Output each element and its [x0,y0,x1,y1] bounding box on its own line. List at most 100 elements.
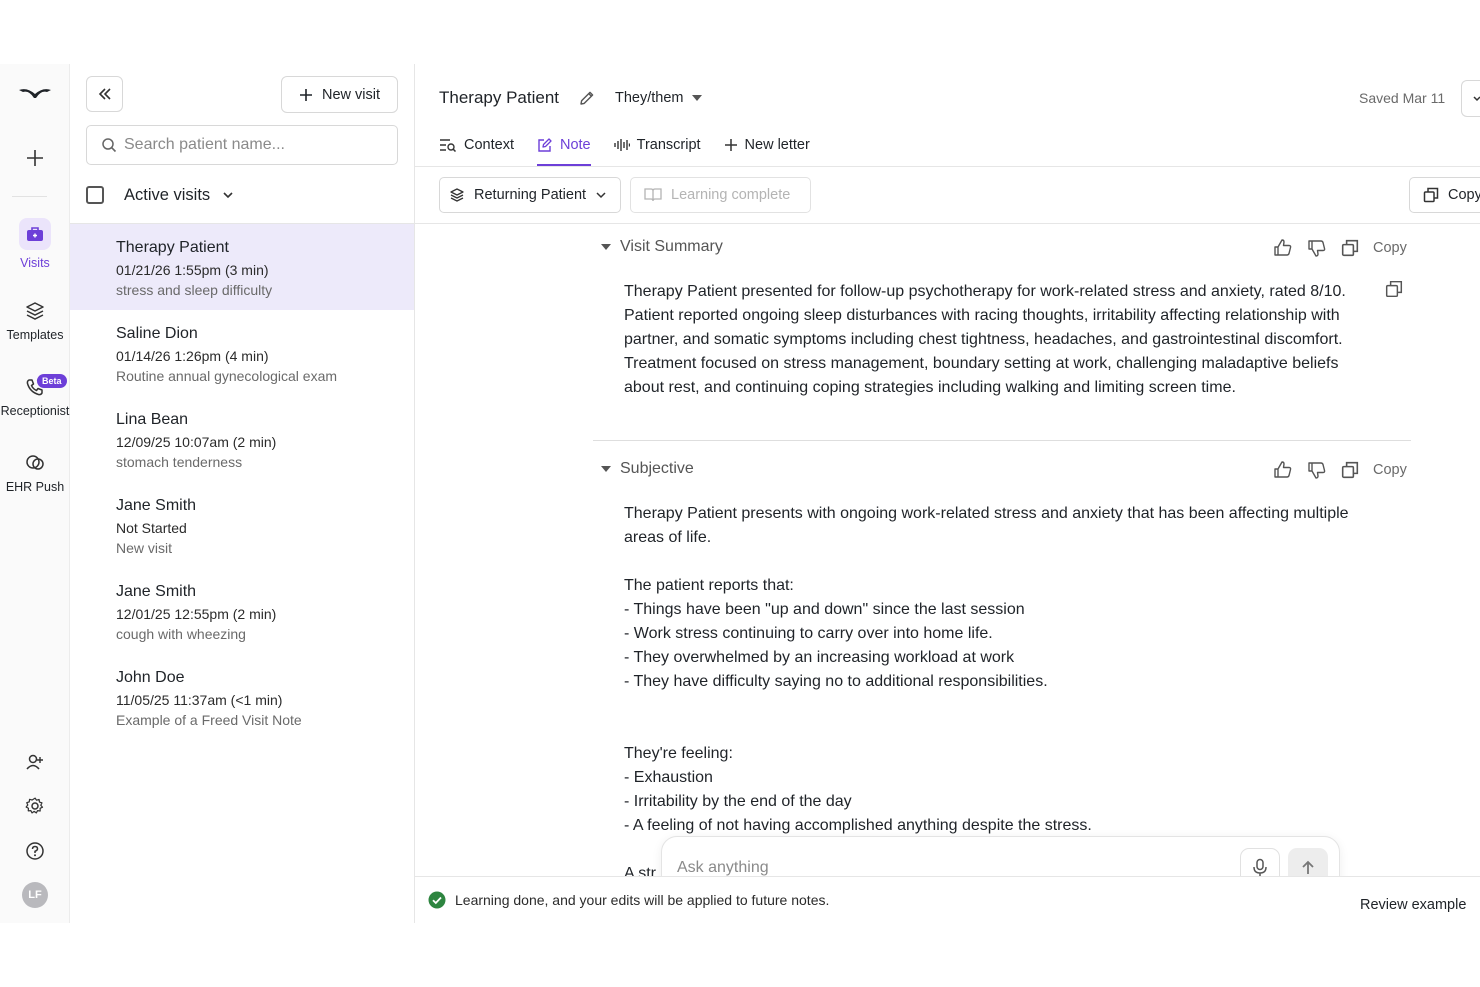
visit-list-item[interactable]: John Doe 11/05/25 11:37am (<1 min) Examp… [70,654,414,740]
rail-item-visits[interactable]: Visits [0,218,70,270]
search-box [86,125,398,165]
learning-label: Learning complete [671,187,791,203]
copy-icon[interactable] [1341,461,1359,479]
visit-patient-name: Jane Smith [116,497,197,514]
filter-row: Active visits [86,184,234,206]
pronouns-dropdown[interactable]: They/them [615,90,702,106]
section-title: Subjective [620,460,694,477]
help-icon [26,842,44,860]
visit-date: Not Started [116,520,187,536]
tab-note[interactable]: Note [536,124,591,166]
app-window: Visits Templates Beta Receptionist EHR P… [0,64,1480,923]
tab-new-letter[interactable]: New letter [724,124,810,166]
add-user-button[interactable] [0,752,70,772]
copy-icon[interactable] [1341,239,1359,257]
tab-transcript[interactable]: Transcript [613,124,701,166]
collapse-sidebar-button[interactable] [86,76,123,112]
section-body-subjective[interactable]: Therapy Patient presents with ongoing wo… [624,502,1374,876]
visit-date: 11/05/25 11:37am (<1 min) [116,692,283,708]
pencil-icon [580,91,594,105]
search-input[interactable] [124,136,384,154]
section-divider [593,440,1411,441]
rail-item-templates[interactable]: Templates [0,300,70,342]
thumbs-down-icon[interactable] [1307,238,1327,258]
caret-down-icon [691,95,702,101]
rail-item-ehr-push[interactable]: EHR Push [0,452,70,494]
visit-list-item[interactable]: Saline Dion 01/14/26 1:26pm (4 min) Rout… [70,310,414,396]
learning-complete-button[interactable]: Learning complete [630,177,811,213]
visit-description: stomach tenderness [116,454,243,470]
edit-note-icon [538,138,552,152]
visit-list-item[interactable]: Therapy Patient 01/21/26 1:55pm (3 min) … [70,224,414,310]
chevron-down-icon[interactable] [222,189,234,201]
new-visit-button[interactable]: New visit [281,76,398,113]
copy-icon[interactable] [1385,280,1403,298]
visit-date: 12/09/25 10:07am (2 min) [116,434,277,450]
visit-date: 01/14/26 1:26pm (4 min) [116,348,269,364]
tab-label: Note [559,137,591,153]
note-content: Visit Summary Copy Therapy Patient prese… [415,224,1480,876]
arrow-up-icon [1302,860,1314,874]
thumbs-down-icon[interactable] [1307,460,1327,480]
section-toggle-visit-summary[interactable]: Visit Summary [601,238,723,256]
visit-date: 12/01/25 12:55pm (2 min) [116,606,277,622]
status-message: Learning done, and your edits will be ap… [455,892,830,908]
visit-description: New visit [116,540,173,556]
thumbs-up-icon[interactable] [1273,238,1293,258]
copy-all-button[interactable]: Copy [1409,177,1480,213]
avatar: LF [22,882,48,908]
copy-section-button[interactable]: Copy [1373,462,1407,478]
section-body-visit-summary[interactable]: Therapy Patient presented for follow-up … [624,280,1374,400]
rail-item-receptionist[interactable]: Beta Receptionist [0,374,70,418]
visit-description: Routine annual gynecological exam [116,368,338,384]
ask-input[interactable] [677,859,1232,877]
section-actions: Copy [1273,460,1407,480]
new-button[interactable] [0,148,70,168]
copy-section-button[interactable]: Copy [1373,240,1407,256]
tab-label: Transcript [636,137,701,153]
double-chevron-left-icon [98,88,111,100]
rail-label-templates: Templates [6,328,64,342]
check-circle-icon [428,891,446,909]
new-visit-label: New visit [321,86,380,103]
review-example-link[interactable]: Review example [1360,897,1466,913]
pronouns-label: They/them [615,90,684,106]
more-actions-button[interactable] [1461,80,1480,117]
help-button[interactable] [0,841,70,861]
select-all-checkbox[interactable] [86,186,104,204]
section-title: Visit Summary [620,238,723,255]
divider [415,166,1480,167]
copy-all-label: Copy [1448,187,1480,203]
edit-title-button[interactable] [578,89,596,112]
thumbs-up-icon[interactable] [1273,460,1293,480]
active-visits-filter[interactable]: Active visits [124,186,210,205]
note-tabs: Context Note Transcript New letter [439,124,833,166]
waveform-icon [613,139,630,151]
visit-list-panel: New visit Active visits Therapy Patient … [70,64,415,923]
beta-badge: Beta [37,374,67,388]
chevron-down-icon [596,192,606,199]
template-dropdown[interactable]: Returning Patient [439,177,621,213]
visit-list-item[interactable]: Jane Smith 12/01/25 12:55pm (2 min) coug… [70,568,414,654]
note-panel: Therapy Patient They/them Saved Mar 11 C… [415,64,1480,923]
visit-list-item[interactable]: Jane Smith Not Started New visit [70,482,414,568]
logo-icon [19,89,51,98]
visit-patient-name: John Doe [116,669,185,686]
template-label: Returning Patient [474,187,587,203]
plus-icon [299,88,312,101]
visit-patient-name: Lina Bean [116,411,189,428]
tab-context[interactable]: Context [439,124,514,166]
logo[interactable] [0,84,70,104]
section-toggle-subjective[interactable]: Subjective [601,460,694,478]
plus-icon [27,150,43,166]
visit-list-item[interactable]: Lina Bean 12/09/25 10:07am (2 min) stoma… [70,396,414,482]
settings-button[interactable] [0,796,70,816]
caret-down-icon [601,466,611,472]
visit-patient-name: Therapy Patient [116,239,229,256]
avatar-button[interactable]: LF [0,882,70,908]
visit-patient-name: Jane Smith [116,583,197,600]
learning-status: Learning done, and your edits will be ap… [428,891,829,909]
rail-divider [12,196,47,197]
rail-label-ehr-push: EHR Push [5,480,65,494]
tab-label: Context [464,137,514,153]
